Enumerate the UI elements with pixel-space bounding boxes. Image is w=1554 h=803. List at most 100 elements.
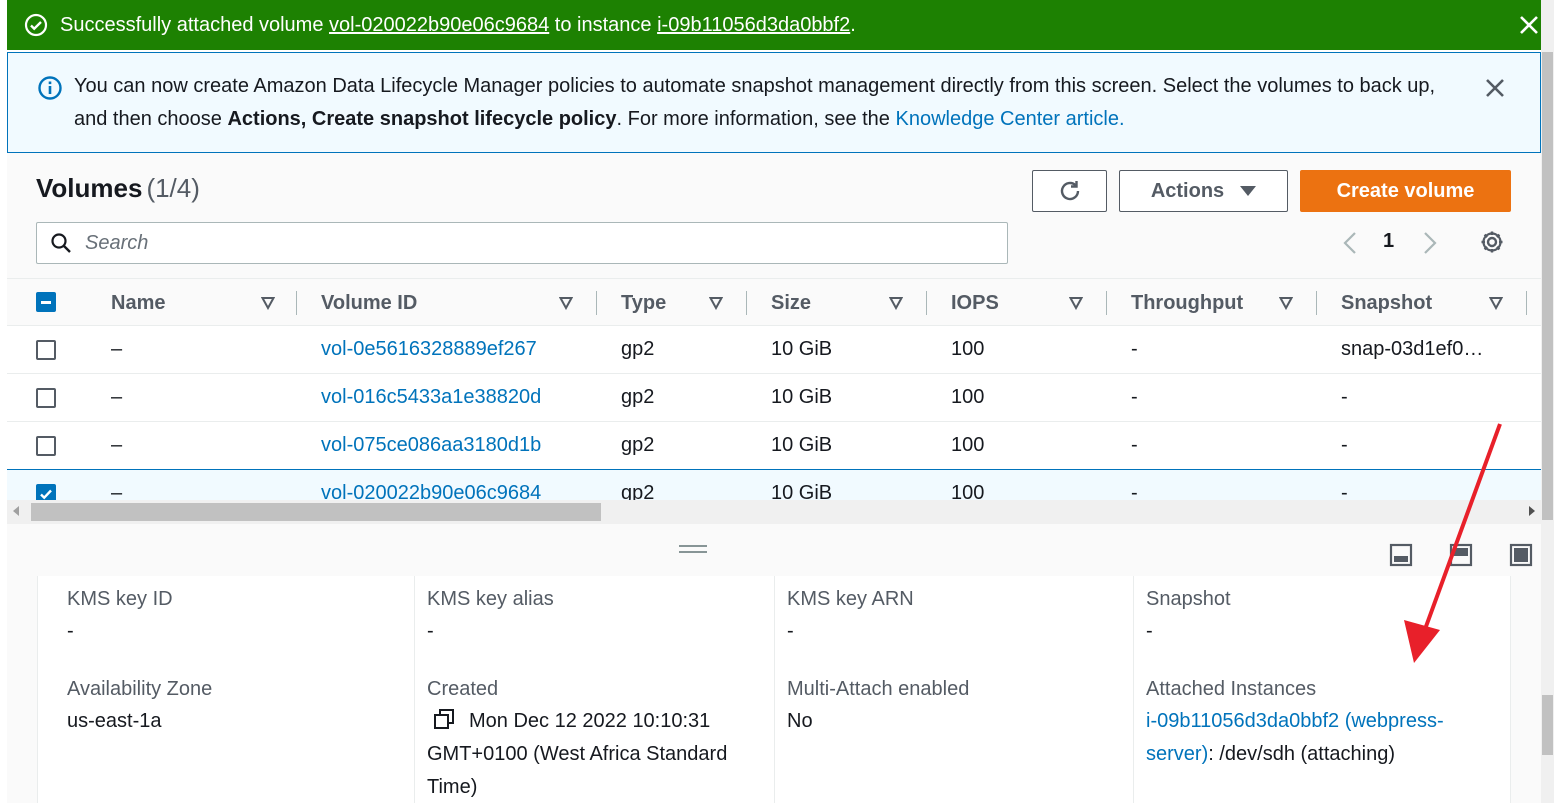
info-text-bold: Actions, Create snapshot lifecycle polic…	[227, 108, 617, 130]
column-label: Throughput	[1131, 291, 1244, 314]
page-title: Volumes (1/4)	[36, 173, 200, 204]
sort-icon	[1489, 297, 1503, 310]
column-header-throughput[interactable]: Throughput	[1131, 279, 1321, 327]
created-label: Created	[427, 678, 499, 700]
column-separator	[596, 291, 597, 315]
kms-key-arn-value: -	[787, 620, 794, 642]
created-line-3: Time)	[427, 776, 478, 798]
row-checkbox[interactable]	[36, 340, 56, 360]
scroll-right-icon[interactable]	[1529, 506, 1535, 516]
create-volume-button[interactable]: Create volume	[1300, 170, 1511, 212]
chevron-left-icon[interactable]	[1342, 231, 1358, 255]
details-column-2: KMS key alias - Created Mon Dec 12 2022 …	[414, 576, 774, 803]
attached-device: : /dev/sdh (attaching)	[1208, 743, 1396, 765]
flash-volume-link[interactable]: vol-020022b90e06c9684	[329, 14, 549, 37]
table-row[interactable]: – vol-0e5616328889ef267 gp2 10 GiB 100 -…	[7, 326, 1541, 374]
close-icon[interactable]	[1516, 12, 1542, 38]
drag-handle-icon[interactable]	[679, 544, 707, 554]
column-label: Snapshot	[1341, 291, 1433, 314]
column-header-name[interactable]: Name	[111, 279, 301, 327]
availability-zone-value: us-east-1a	[67, 710, 162, 732]
column-separator	[1526, 291, 1527, 315]
kms-key-arn-label: KMS key ARN	[787, 588, 914, 610]
kms-key-id-value: -	[67, 620, 74, 642]
cell-type: gp2	[621, 386, 655, 408]
column-header-iops[interactable]: IOPS	[951, 279, 1111, 327]
panel-full-icon[interactable]	[1509, 543, 1533, 567]
table-row-selected[interactable]: – vol-020022b90e06c9684 gp2 10 GiB 100 -…	[7, 469, 1541, 503]
search-box[interactable]	[36, 222, 1008, 264]
created-line-2: GMT+0100 (West Africa Standard	[427, 743, 728, 765]
scrollbar-thumb[interactable]	[31, 503, 601, 521]
availability-zone-label: Availability Zone	[67, 678, 213, 700]
cell-throughput: -	[1131, 434, 1138, 456]
volume-id-link[interactable]: vol-0e5616328889ef267	[321, 338, 537, 361]
search-icon	[51, 233, 71, 253]
split-panel: KMS key ID - Availability Zone us-east-1…	[7, 524, 1554, 803]
attached-instance-link[interactable]: i-09b11056d3da0bbf2 (webpress-	[1146, 710, 1444, 732]
kms-key-alias-label: KMS key alias	[427, 588, 554, 610]
panel-side-icon[interactable]	[1449, 543, 1473, 567]
volume-id-link[interactable]: vol-016c5433a1e38820d	[321, 386, 541, 409]
volume-id-link[interactable]: vol-075ce086aa3180d1b	[321, 434, 541, 457]
pagination: 1	[1342, 228, 1442, 258]
column-label: Type	[621, 291, 667, 314]
vertical-scrollbar[interactable]	[1541, 0, 1554, 803]
multi-attach-label: Multi-Attach enabled	[787, 678, 970, 700]
created-line-1: Mon Dec 12 2022 10:10:31	[427, 705, 767, 738]
cell-size: 10 GiB	[771, 338, 833, 360]
refresh-icon	[1060, 181, 1079, 201]
ec2-volumes-page: Successfully attached volume vol-020022b…	[0, 0, 1554, 803]
scrollbar-thumb-top[interactable]	[1542, 52, 1553, 520]
kms-key-alias-value: -	[427, 620, 434, 642]
flash-instance-link[interactable]: i-09b11056d3da0bbf2	[657, 14, 850, 37]
volume-details: KMS key ID - Availability Zone us-east-1…	[37, 576, 1511, 803]
select-all-checkbox[interactable]	[36, 292, 56, 312]
table-row[interactable]: – vol-075ce086aa3180d1b gp2 10 GiB 100 -…	[7, 422, 1541, 470]
left-edge	[0, 0, 7, 803]
flash-suffix: .	[850, 13, 856, 36]
column-header-snapshot[interactable]: Snapshot	[1341, 279, 1541, 327]
sort-icon	[1069, 297, 1083, 310]
scroll-left-icon[interactable]	[13, 506, 19, 516]
info-text-part2: . For more information, see the	[616, 108, 896, 130]
gear-icon[interactable]	[1479, 229, 1505, 255]
dismiss-icon[interactable]	[1482, 75, 1508, 101]
column-header-volume-id[interactable]: Volume ID	[321, 279, 601, 327]
column-header-size[interactable]: Size	[771, 279, 931, 327]
scrollbar-thumb-bottom[interactable]	[1542, 695, 1553, 755]
column-header-type[interactable]: Type	[621, 279, 751, 327]
selection-count: (1/4)	[146, 173, 200, 203]
knowledge-center-link[interactable]: Knowledge Center article.	[896, 108, 1125, 130]
multi-attach-value: No	[787, 710, 813, 732]
row-checkbox[interactable]	[36, 436, 56, 456]
page-number[interactable]: 1	[1383, 230, 1394, 253]
success-check-icon	[24, 13, 48, 37]
column-separator	[746, 291, 747, 315]
created-value: Mon Dec 12 2022 10:10:31 GMT+0100 (West …	[427, 705, 767, 803]
column-separator	[926, 291, 927, 315]
created-date: Mon Dec 12 2022 10:10:31	[469, 710, 711, 732]
sort-icon	[261, 297, 275, 310]
chevron-right-icon[interactable]	[1422, 231, 1438, 255]
horizontal-scrollbar[interactable]	[7, 500, 1541, 524]
cell-name: –	[111, 338, 123, 360]
attached-instance-link-cont[interactable]: server)	[1146, 743, 1208, 765]
copy-icon[interactable]	[433, 708, 455, 730]
details-column-4: Snapshot - Attached Instances i-09b11056…	[1133, 576, 1512, 803]
details-column-1: KMS key ID - Availability Zone us-east-1…	[38, 576, 414, 803]
cell-snapshot: -	[1341, 386, 1348, 408]
actions-dropdown-button[interactable]: Actions	[1119, 170, 1288, 212]
cell-size: 10 GiB	[771, 434, 833, 456]
refresh-button[interactable]	[1032, 170, 1107, 212]
details-column-3: KMS key ARN - Multi-Attach enabled No	[774, 576, 1133, 803]
flash-middle: to instance	[554, 13, 652, 36]
info-text: You can now create Amazon Data Lifecycle…	[74, 70, 1474, 136]
cell-type: gp2	[621, 434, 655, 456]
table-row[interactable]: – vol-016c5433a1e38820d gp2 10 GiB 100 -…	[7, 374, 1541, 422]
success-flash-bar: Successfully attached volume vol-020022b…	[7, 0, 1554, 50]
search-input[interactable]	[85, 229, 985, 257]
panel-bottom-icon[interactable]	[1389, 543, 1413, 567]
column-label: Name	[111, 291, 166, 314]
row-checkbox[interactable]	[36, 388, 56, 408]
